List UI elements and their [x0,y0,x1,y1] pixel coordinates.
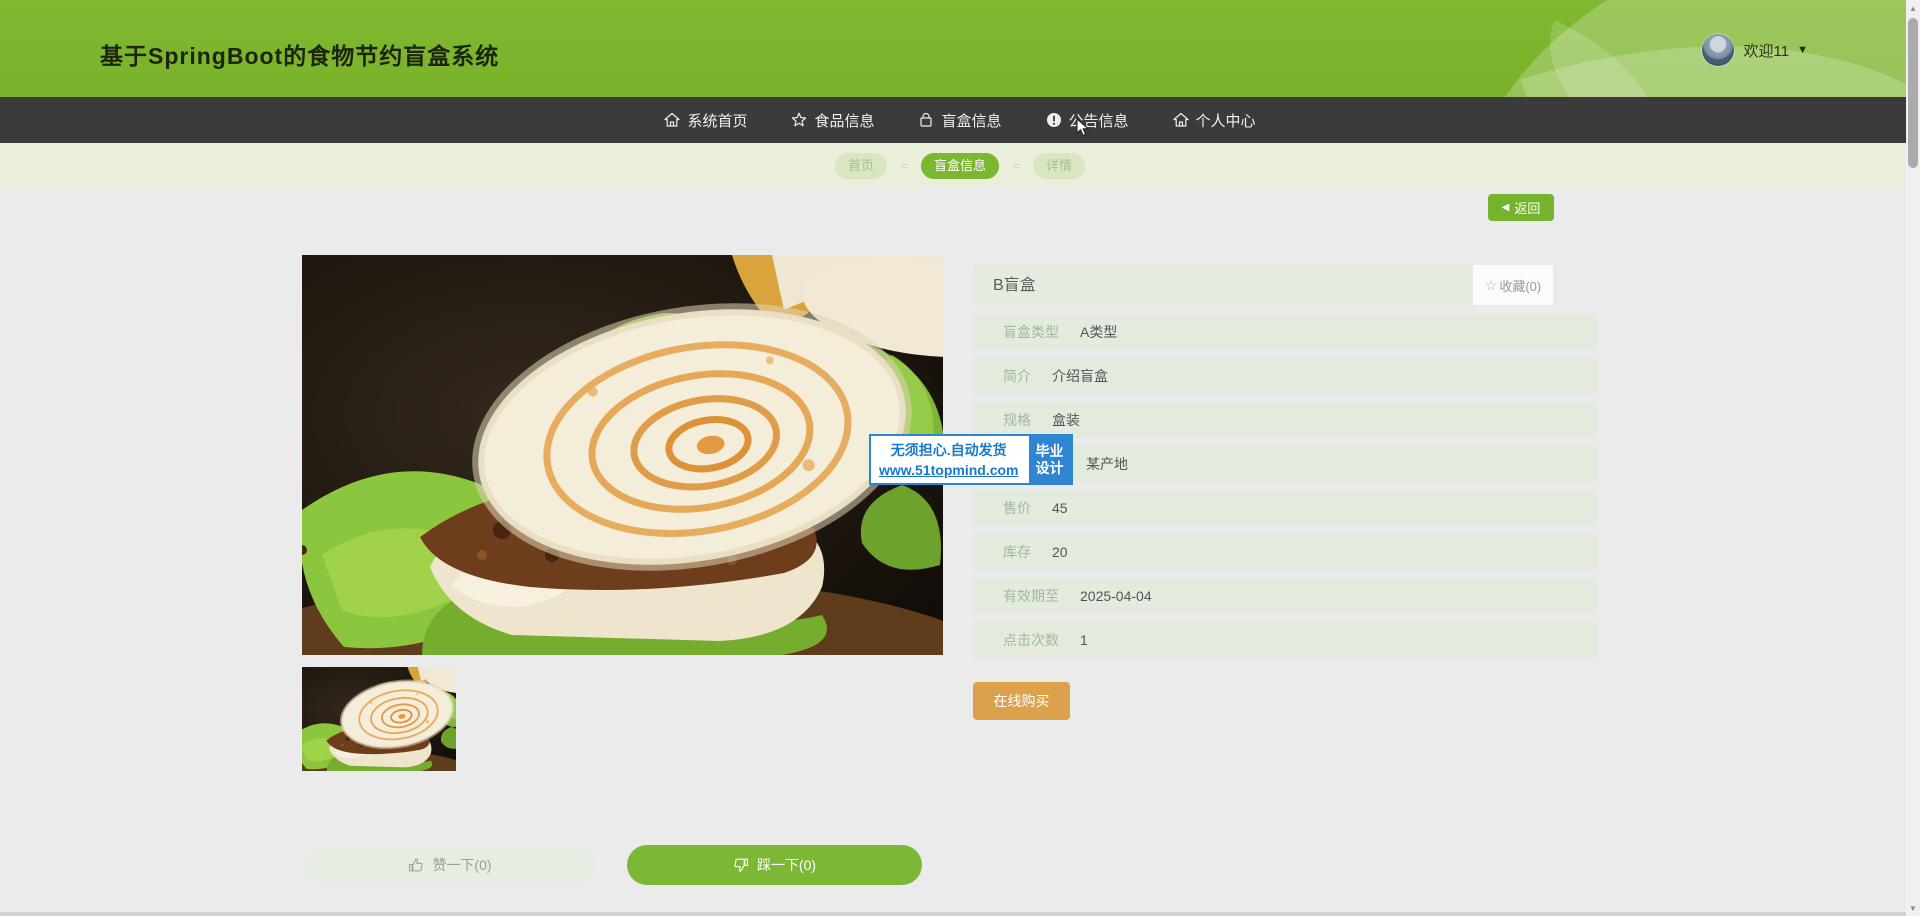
back-arrow-icon: ◀ [1502,202,1510,213]
like-label: 赞一下(0) [432,855,491,875]
lock-icon [918,112,934,128]
nav-label: 盲盒信息 [941,110,1001,131]
breadcrumb-blindbox-active[interactable]: 盲盒信息 [921,153,999,179]
favorite-label: 收藏(0) [1499,276,1541,295]
detail-value: 45 [1052,500,1068,516]
detail-row-expiry: 有效期至 2025-04-04 [973,578,1598,614]
dislike-button[interactable]: 踩一下(0) [627,845,922,885]
detail-value: 某产地 [1086,454,1128,474]
scrollbar-thumb[interactable] [1908,18,1918,168]
detail-label: 盲盒类型 [1003,322,1059,342]
welcome-text: 欢迎11 [1744,40,1790,61]
detail-value: 盒装 [1052,410,1080,430]
back-label: 返回 [1514,198,1540,217]
detail-label: 点击次数 [1003,630,1059,650]
home-icon [1173,112,1189,128]
detail-label: 库存 [1003,542,1031,562]
watermark-line1: 无须担心.自动发货 [879,440,1019,460]
detail-label: 售价 [1003,498,1031,518]
thumbs-down-icon [733,857,749,873]
star-outline-icon: ☆ [1485,277,1498,294]
breadcrumb-home[interactable]: 首页 [835,153,887,179]
nav-label: 公告信息 [1069,110,1129,131]
breadcrumb-detail[interactable]: 详情 [1033,153,1085,179]
exclamation-icon [1046,112,1062,128]
watermark-overlay: 无须担心.自动发货 www.51topmind.com 毕业 设计 [869,434,1073,485]
detail-value: 1 [1080,632,1088,648]
home-icon [664,112,680,128]
nav-item-notice[interactable]: 公告信息 [1046,110,1129,131]
product-title: B盲盒 [993,265,1036,306]
back-button[interactable]: ◀ 返回 [1488,194,1554,221]
buy-online-button[interactable]: 在线购买 [973,682,1070,720]
detail-label: 规格 [1003,410,1031,430]
detail-row-type: 盲盒类型 A类型 [973,314,1598,350]
detail-value: 介绍盲盒 [1052,366,1108,386]
nav-item-personal[interactable]: 个人中心 [1173,110,1256,131]
nav-item-blindbox[interactable]: 盲盒信息 [918,110,1001,131]
avatar[interactable] [1702,34,1734,66]
watermark-text: 无须担心.自动发货 www.51topmind.com [871,436,1027,483]
detail-row-spec: 规格 盒装 [973,402,1598,438]
favorite-button[interactable]: ☆ 收藏(0) [1473,265,1553,305]
detail-row-clicks: 点击次数 1 [973,622,1598,658]
nav-label: 食品信息 [814,110,874,131]
detail-label: 简介 [1003,366,1031,386]
scroll-up-arrow[interactable]: ▲ [1906,0,1920,16]
page-title: 基于SpringBoot的食物节约盲盒系统 [100,37,499,71]
nav-label: 个人中心 [1196,110,1256,131]
product-title-row: B盲盒 ☆ 收藏(0) [973,265,1557,306]
detail-row-intro: 简介 介绍盲盒 [973,358,1598,394]
breadcrumb-separator: = [1013,159,1019,173]
nav-item-food[interactable]: 食品信息 [791,110,874,131]
page-bottom-edge [0,912,1920,916]
scrollbar[interactable]: ▲ ▼ [1906,0,1920,916]
scroll-down-arrow[interactable]: ▼ [1906,900,1920,916]
watermark-url: www.51topmind.com [879,462,1019,478]
user-menu[interactable]: 欢迎11 ▼ [1702,32,1808,68]
watermark-badge-line2: 设计 [1036,460,1064,477]
detail-value: 2025-04-04 [1080,588,1152,604]
detail-value: A类型 [1080,322,1117,342]
main-nav: 系统首页 食品信息 盲盒信息 公告信息 个人中心 [0,97,1920,143]
star-icon [791,112,807,128]
detail-row-stock: 库存 20 [973,534,1598,570]
thumbs-up-icon [408,857,424,873]
product-detail-list: 盲盒类型 A类型 简介 介绍盲盒 规格 盒装 某产地 售价 45 库存 20 有… [973,314,1598,666]
breadcrumb-separator: = [901,159,907,173]
product-thumbnail[interactable] [302,667,456,771]
nav-item-home[interactable]: 系统首页 [664,110,747,131]
detail-label: 有效期至 [1003,586,1059,606]
app-header: 基于SpringBoot的食物节约盲盒系统 欢迎11 ▼ [0,0,1920,97]
like-button[interactable]: 赞一下(0) [304,845,596,885]
watermark-badge-line1: 毕业 [1036,443,1064,460]
dislike-label: 踩一下(0) [757,855,816,875]
breadcrumb: 首页 = 盲盒信息 = 详情 [0,143,1920,188]
detail-value: 20 [1052,544,1068,560]
watermark-badge: 毕业 设计 [1027,436,1071,483]
detail-row-price: 售价 45 [973,490,1598,526]
nav-label: 系统首页 [687,110,747,131]
product-image [302,255,943,655]
chevron-down-icon[interactable]: ▼ [1797,44,1808,56]
